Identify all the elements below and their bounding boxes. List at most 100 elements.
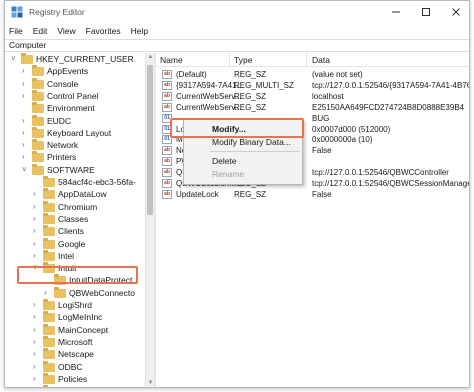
tree-item[interactable]: › Policies (5, 372, 145, 385)
tree-item[interactable]: › Classes (5, 212, 145, 225)
minimize-icon (392, 11, 400, 13)
folder-icon (43, 237, 55, 249)
tree-item[interactable]: › Network (5, 139, 145, 151)
key-tree[interactable]: ˅ HKEY_CURRENT_USER › AppEvents › Console › Con… (5, 53, 145, 387)
column-data-header[interactable]: Data (312, 55, 330, 65)
minimize-button[interactable] (381, 1, 411, 23)
chevron-right-icon[interactable]: › (33, 226, 41, 236)
tree-item[interactable]: › Console (5, 77, 145, 90)
scroll-thumb[interactable] (147, 65, 153, 215)
chevron-down-icon[interactable]: ˅ (11, 54, 19, 64)
tree-item[interactable]: › Realtek (5, 385, 145, 387)
chevron-right-icon[interactable]: › (44, 288, 52, 298)
tree-item[interactable]: › MainConcept (5, 323, 145, 336)
chevron-right-icon[interactable]: › (33, 374, 41, 384)
tree-item[interactable]: › QBWebConnecto (5, 286, 145, 299)
tree-item[interactable]: › Google (5, 237, 145, 250)
menu-view[interactable]: View (57, 26, 75, 36)
tree-item[interactable]: › Netscape (5, 348, 145, 360)
tree-item-label: Intuit (58, 263, 77, 274)
maximize-button[interactable] (411, 1, 441, 23)
tree-item[interactable]: 584acf4c-ebc3-56fa- (5, 176, 145, 188)
tree-item[interactable]: › Chromium (5, 200, 145, 213)
menu-favorites[interactable]: Favorites (86, 26, 121, 36)
value-row[interactable]: ab UpdateLock REG_SZ False (156, 189, 469, 200)
tree-item[interactable]: › ODBC (5, 360, 145, 373)
list-header: Name Type Data (156, 53, 469, 67)
menu-modify-binary-data[interactable]: Modify Binary Data... (184, 136, 302, 149)
chevron-right-icon[interactable]: › (33, 362, 41, 372)
tree-item-label: QBWebConnecto (69, 287, 135, 298)
value-row[interactable]: ab {9317A594-7A41... REG_MULTI_SZ tcp://127… (156, 80, 469, 91)
tree-item[interactable]: › EUDC (5, 114, 145, 127)
folder-icon (32, 114, 44, 126)
tree-item[interactable]: › Microsoft (5, 335, 145, 348)
tree-item-label: Console (47, 78, 79, 89)
tree-item[interactable]: › Printers (5, 151, 145, 163)
tree-scrollbar[interactable]: ▲ ▼ (145, 53, 154, 387)
tree-item[interactable]: ˅ Intuit (5, 262, 145, 274)
tree-item[interactable]: › Intel (5, 249, 145, 262)
tree-item[interactable]: ˅ HKEY_CURRENT_USER (5, 53, 145, 65)
tree-item[interactable]: Environment (5, 102, 145, 114)
tree-item-label: Microsoft (58, 336, 93, 347)
tree-item[interactable]: › AppEvents (5, 65, 145, 77)
chevron-right-icon[interactable]: › (33, 189, 41, 199)
chevron-right-icon[interactable]: › (33, 239, 41, 249)
context-menu: Modify... Modify Binary Data... Delete R… (183, 119, 303, 185)
folder-icon (43, 225, 55, 237)
chevron-right-icon[interactable]: › (22, 152, 30, 162)
value-row[interactable]: ab (Default) REG_SZ (value not set) (156, 69, 469, 80)
folder-icon (43, 360, 55, 372)
tree-item-label: EUDC (47, 115, 72, 126)
menu-edit[interactable]: Edit (33, 26, 48, 36)
menu-modify[interactable]: Modify... (184, 123, 302, 136)
column-separator[interactable] (229, 53, 230, 67)
tree-item-label: Printers (47, 152, 77, 163)
column-name-header[interactable]: Name (160, 55, 183, 65)
tree-item[interactable]: › Clients (5, 225, 145, 237)
chevron-right-icon[interactable]: › (33, 251, 41, 261)
chevron-right-icon[interactable]: › (22, 116, 30, 126)
chevron-right-icon[interactable]: › (33, 325, 41, 335)
chevron-right-icon[interactable]: › (22, 91, 30, 101)
values-list[interactable]: Name Type Data ab (Default) REG_SZ (value n… (156, 53, 469, 387)
menu-file[interactable]: File (9, 26, 23, 36)
registry-editor-window: Registry Editor File Edit View Favorites… (4, 0, 470, 388)
value-type: REG_SZ (234, 102, 267, 112)
address-bar[interactable]: Computer (5, 39, 469, 52)
chevron-right-icon[interactable]: › (33, 337, 41, 347)
folder-icon (43, 348, 55, 360)
folder-icon (43, 188, 55, 200)
column-type-header[interactable]: Type (234, 55, 252, 65)
value-row[interactable]: ab CurrentWebServ... REG_SZ localhost (156, 91, 469, 102)
chevron-down-icon[interactable]: ˅ (22, 165, 30, 175)
chevron-right-icon[interactable]: › (33, 300, 41, 310)
chevron-right-icon[interactable]: › (33, 312, 41, 322)
chevron-right-icon[interactable]: › (22, 140, 30, 150)
chevron-right-icon[interactable]: › (22, 79, 30, 89)
chevron-right-icon[interactable]: › (33, 386, 41, 387)
tree-item[interactable]: ˅ SOFTWARE (5, 163, 145, 176)
menu-help[interactable]: Help (131, 26, 148, 36)
tree-item[interactable]: › Keyboard Layout (5, 126, 145, 139)
tree-item[interactable]: › Control Panel (5, 89, 145, 102)
tree-item[interactable]: › LogiShrd (5, 299, 145, 311)
column-separator[interactable] (306, 53, 307, 67)
binary-value-icon: 01 (162, 113, 172, 123)
chevron-right-icon[interactable]: › (22, 66, 30, 76)
chevron-right-icon[interactable]: › (22, 128, 30, 138)
tree-item[interactable]: › LogMeInInc (5, 311, 145, 323)
tree-item[interactable]: IntuitDataProtect (5, 274, 145, 286)
value-data: localhost (312, 91, 344, 101)
value-row[interactable]: ab CurrentWebServ... REG_SZ E25150AA649FCD2… (156, 102, 469, 113)
tree-item[interactable]: › AppDataLow (5, 188, 145, 200)
chevron-down-icon[interactable]: ˅ (33, 263, 41, 273)
chevron-right-icon[interactable]: › (33, 349, 41, 359)
chevron-right-icon[interactable]: › (33, 214, 41, 224)
close-button[interactable] (441, 1, 471, 23)
chevron-right-icon[interactable]: › (33, 202, 41, 212)
menu-delete[interactable]: Delete (184, 155, 302, 168)
title-bar[interactable]: Registry Editor (5, 1, 469, 23)
tree-item-label: Control Panel (47, 90, 99, 101)
